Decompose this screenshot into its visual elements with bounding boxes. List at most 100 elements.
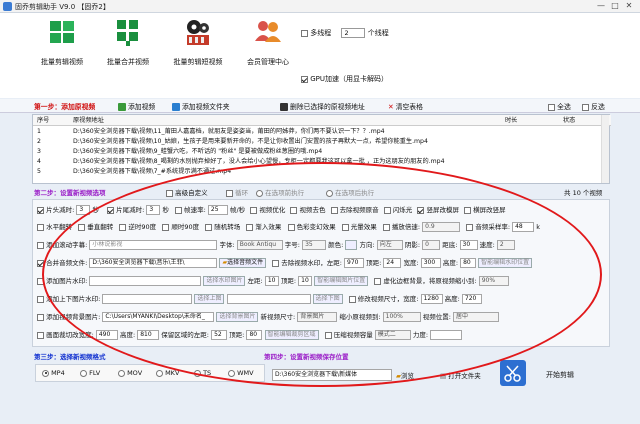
select-all-button[interactable]: 全选 (548, 101, 571, 111)
font-size-select[interactable]: 35 (302, 240, 327, 250)
img-top-input[interactable]: 10 (298, 276, 313, 286)
top-bottom-image-checkbox[interactable] (37, 295, 44, 303)
vertical-blur-checkbox[interactable] (417, 206, 425, 214)
new-size-select[interactable]: 背景图片 (297, 312, 338, 322)
shrink-select[interactable]: 100% (382, 312, 421, 322)
close-button[interactable]: ✕ (624, 1, 634, 11)
after-order-radio[interactable] (326, 189, 333, 197)
format-radio[interactable] (156, 369, 163, 377)
rot-ccw-checkbox[interactable] (119, 223, 127, 231)
table-row[interactable]: 2 D:\360安全浏览器下载\视频\10_姑娘，生孩子是用来要新开命的，不是让… (33, 137, 603, 146)
batch-clip-button[interactable]: 批量剪辑视频 (32, 17, 92, 97)
member-center-button[interactable]: 会员管理中心 (238, 17, 298, 97)
resize-height-input[interactable]: 720 (461, 294, 482, 304)
smart-crop-button[interactable]: 智能编辑裁剪区域 (264, 330, 319, 340)
invert-button[interactable]: 反选 (582, 101, 605, 111)
open-folder-button[interactable]: ▤ 打开文件夹 (440, 370, 481, 380)
font-select[interactable]: Book Antiqu (236, 240, 283, 250)
blur-border-checkbox[interactable] (374, 277, 382, 285)
bottom-image-input[interactable] (226, 294, 311, 304)
audio-rate-checkbox[interactable] (466, 223, 474, 231)
resize-checkbox[interactable] (348, 295, 356, 303)
pick-top-image-button[interactable]: 选择上图 (194, 294, 225, 304)
in-order-radio[interactable] (256, 189, 263, 197)
format-radio[interactable] (228, 369, 235, 377)
smart-wm-button[interactable]: 智能编辑水印位置 (478, 258, 533, 268)
compress-mode-select[interactable]: 模式二 (374, 330, 411, 340)
crop-height-input[interactable]: 810 (137, 330, 160, 340)
start-icon[interactable] (500, 360, 526, 386)
thread-count-spinner[interactable]: 2 (341, 28, 366, 38)
format-mp4[interactable]: MP4 (42, 369, 65, 377)
browse-button[interactable]: ▰浏览 (396, 370, 414, 380)
bg-image-input[interactable]: C:\Users\MYANKI\Desktop\未命名_ (102, 312, 215, 322)
pick-watermark-button[interactable]: 选择水印图片 (203, 276, 246, 286)
top-image-input[interactable] (102, 294, 193, 304)
table-row[interactable]: 5 D:\360安全浏览器下载\视频\7_#系统提示满不通过.mp4 (33, 167, 603, 176)
in-order-option[interactable]: 在选项前执行 (256, 187, 304, 197)
vmirror-checkbox[interactable] (78, 223, 86, 231)
head-cut-checkbox[interactable] (37, 206, 44, 214)
bottom-distance-input[interactable]: 30 (459, 240, 478, 250)
format-mov[interactable]: MOV (118, 369, 142, 377)
scroll-sub-checkbox[interactable] (37, 241, 44, 249)
table-row[interactable]: 4 D:\360安全浏览器下载\视频\8_喝剩的水别抛弃掉好了，没人会给小心望慢… (33, 157, 603, 166)
tail-cut-input[interactable]: 3 (146, 205, 161, 215)
halo-checkbox[interactable] (341, 223, 349, 231)
format-radio[interactable] (194, 369, 201, 377)
audio-path-input[interactable]: D:\360安全浏览器下载\音乐\王菲\ (89, 258, 218, 268)
remove-audio-checkbox[interactable] (330, 206, 338, 214)
invert-checkbox[interactable] (582, 103, 589, 111)
scroll-speed-select[interactable]: 2 (496, 240, 515, 250)
wm-height-input[interactable]: 80 (460, 258, 477, 268)
random-transition-checkbox[interactable] (205, 223, 213, 231)
shadow-select[interactable]: 0 (422, 240, 441, 250)
wm-width-input[interactable]: 300 (420, 258, 441, 268)
tail-cut-checkbox[interactable] (107, 206, 115, 214)
compress-strength-slider[interactable] (430, 330, 463, 340)
fps-checkbox[interactable] (175, 206, 183, 214)
delete-selected-button[interactable]: 删除已选择的原视频地址 (280, 101, 365, 111)
wm-left-input[interactable]: 970 (344, 258, 365, 268)
batch-short-clip-button[interactable]: 批量剪辑短视频 (168, 17, 228, 97)
advanced-option[interactable]: 高级自定义 (166, 187, 208, 197)
minimize-button[interactable]: — (596, 1, 606, 11)
compress-checkbox[interactable] (324, 331, 332, 339)
merge-audio-checkbox[interactable] (37, 259, 44, 267)
img-left-input[interactable]: 10 (264, 276, 279, 286)
pick-audio-button[interactable]: ▰选择音频文件 (219, 258, 267, 268)
image-watermark-input[interactable] (89, 276, 202, 286)
blur-scale-select[interactable]: 90% (478, 276, 509, 286)
color-fx-checkbox[interactable] (287, 223, 295, 231)
fps-input[interactable]: 25 (207, 205, 228, 215)
batch-merge-button[interactable]: 批量合并视频 (98, 17, 158, 97)
crop-width-input[interactable]: 490 (95, 330, 118, 340)
add-folder-button[interactable]: 添加视频文件夹 (172, 101, 230, 111)
loop-option[interactable]: 循环 (226, 187, 248, 197)
format-ts[interactable]: TS (194, 369, 211, 377)
speed-select[interactable]: 0.9 (422, 222, 461, 232)
bg-image-checkbox[interactable] (37, 313, 44, 321)
color-picker-button[interactable] (345, 240, 358, 250)
position-select[interactable]: 居中 (453, 312, 500, 322)
rot-cw-checkbox[interactable] (162, 223, 170, 231)
wm-top-input[interactable]: 24 (383, 258, 402, 268)
format-radio[interactable] (118, 369, 125, 377)
after-order-option[interactable]: 在选项后执行 (326, 187, 374, 197)
remove-watermark-checkbox[interactable] (272, 259, 280, 267)
multithread-checkbox[interactable] (301, 29, 308, 37)
format-flv[interactable]: FLV (80, 369, 100, 377)
image-watermark-checkbox[interactable] (37, 277, 44, 285)
decolor-checkbox[interactable] (290, 206, 298, 214)
advanced-checkbox[interactable] (166, 189, 173, 197)
speed-checkbox[interactable] (382, 223, 390, 231)
add-video-button[interactable]: 添加视频 (118, 101, 155, 111)
audio-rate-input[interactable]: 48 (512, 222, 535, 232)
output-path-input[interactable]: D:\360安全浏览器下载\新媒体 (272, 369, 392, 381)
pick-bg-button[interactable]: 选择背景图片 (216, 312, 259, 322)
smart-image-button[interactable]: 智能编辑图片位置 (314, 276, 369, 286)
table-row[interactable]: 1 D:\360安全浏览器下载\视频\11_莆田人嘉嘉档，就朋友是姿姿当，莆田的… (33, 127, 603, 136)
scroll-sub-input[interactable]: 小林说影视 (89, 240, 218, 250)
optimize-checkbox[interactable] (250, 206, 258, 214)
format-mkv[interactable]: MKV (156, 369, 179, 377)
